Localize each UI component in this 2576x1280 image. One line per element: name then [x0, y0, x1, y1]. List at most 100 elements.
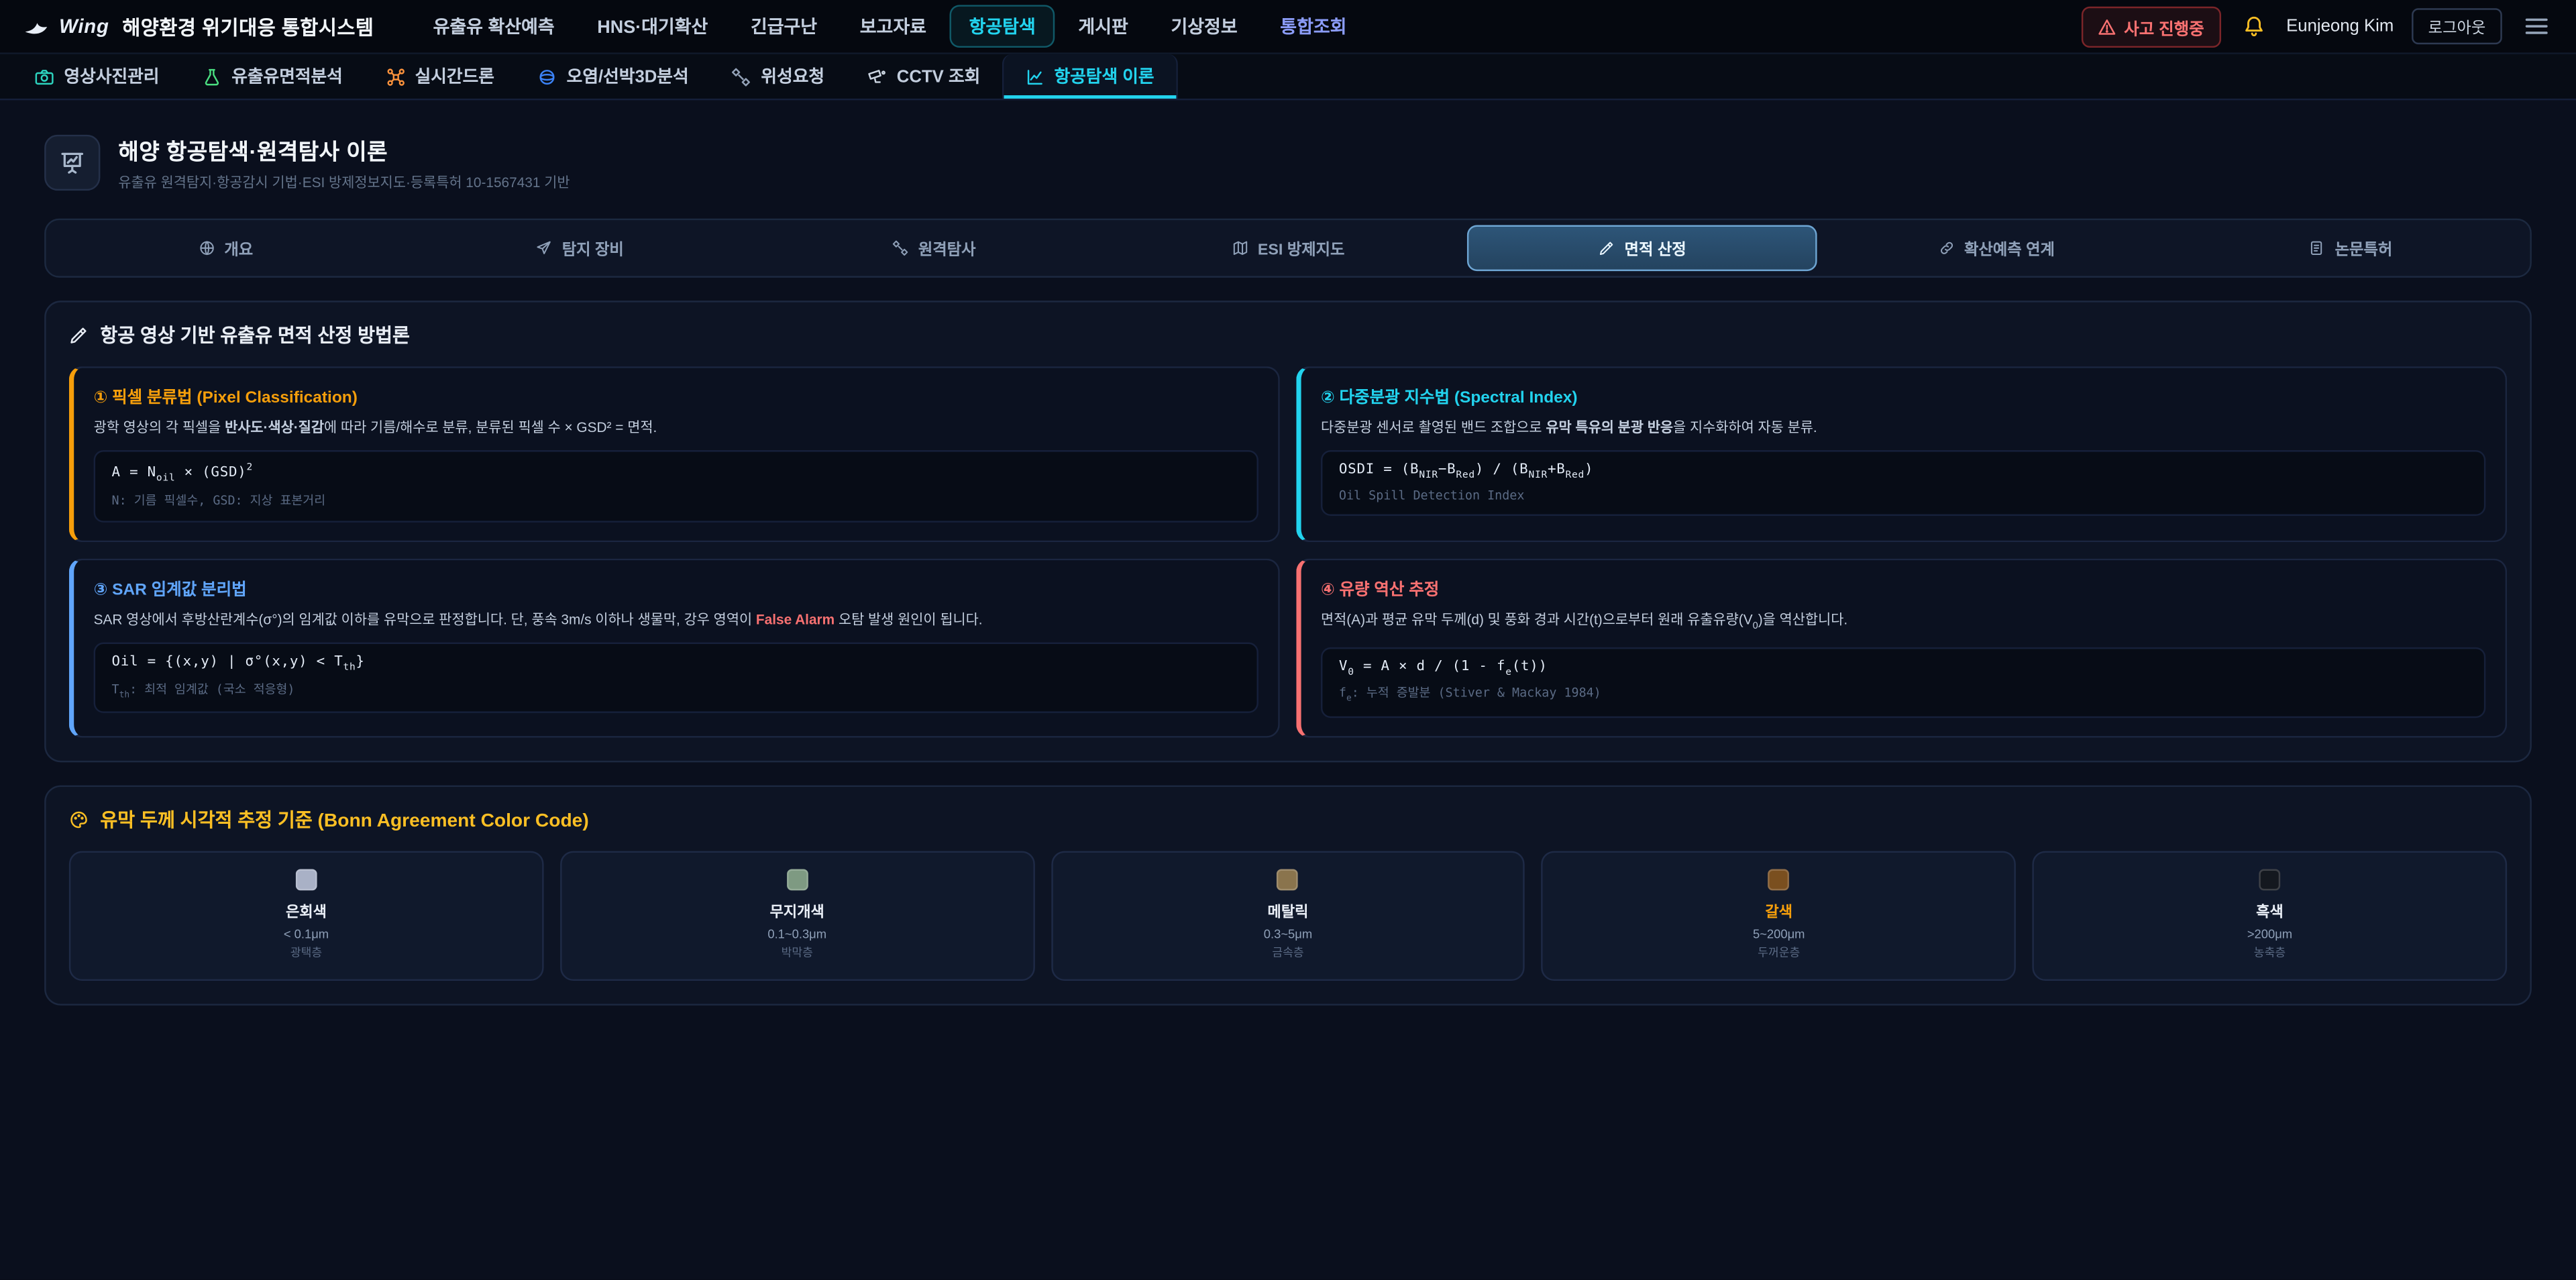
satellite-icon: [892, 240, 908, 256]
top-bar: Wing 해양환경 위기대응 통합시스템 유출유 확산예측 HNS·대기확산 긴…: [0, 0, 2576, 54]
nav-aerial-search[interactable]: 항공탐색: [949, 5, 1055, 48]
bonn-panel-title: 유막 두께 시각적 추정 기준 (Bonn Agreement Color Co…: [100, 806, 588, 833]
hamburger-icon: [2524, 13, 2550, 40]
methods-grid: ① 픽셀 분류법 (Pixel Classification) 광학 영상의 각…: [69, 366, 2507, 737]
area-methods-panel: 항공 영상 기반 유출유 면적 산정 방법론 ① 픽셀 분류법 (Pixel C…: [44, 301, 2532, 762]
nav-board[interactable]: 게시판: [1059, 5, 1148, 48]
methods-panel-title: 항공 영상 기반 유출유 면적 산정 방법론: [100, 322, 410, 348]
bonn-card-silver-gray: 은회색 < 0.1μm 광택층: [69, 851, 543, 980]
menu-button[interactable]: [2520, 10, 2553, 43]
stab-label: 개요: [224, 237, 253, 260]
subtab-image-photo-management[interactable]: 영상사진관리: [13, 54, 181, 99]
subtab-pollution-ship-3d[interactable]: 오염/선박3D분석: [516, 54, 710, 99]
page-title-group: 해양 항공탐색·원격탐사 이론 유출유 원격탐지·항공감시 기법·ESI 방제정…: [118, 133, 570, 192]
plane-icon: [536, 240, 552, 256]
formula-note: Tth: 최적 임계값 (국소 적응형): [112, 680, 1240, 700]
thickness-range: < 0.1μm: [84, 926, 529, 941]
color-swatch: [296, 869, 317, 890]
formula-line: A = Noil × (GSD)2: [112, 462, 1240, 484]
pencil-icon: [69, 325, 89, 345]
method-card-sar-threshold: ③ SAR 임계값 분리법 SAR 영상에서 후방산란계수(σ°)의 임계값 이…: [69, 558, 1280, 737]
stab-papers-patents[interactable]: 논문특허: [2176, 225, 2526, 272]
sphere-3d-icon: [537, 66, 557, 86]
method-card-title: ④ 유량 역산 추정: [1321, 574, 2485, 599]
methods-panel-title-row: 항공 영상 기반 유출유 면적 산정 방법론: [69, 322, 2507, 348]
thickness-name: 은회색: [84, 900, 529, 922]
bonn-grid: 은회색 < 0.1μm 광택층 무지개색 0.1~0.3μm 박막층 메탈릭 0…: [69, 851, 2507, 980]
subtab-aerial-theory[interactable]: 항공탐색 이론: [1002, 54, 1177, 99]
app-viewport: Wing 해양환경 위기대응 통합시스템 유출유 확산예측 HNS·대기확산 긴…: [0, 0, 2576, 1280]
bell-icon: [2242, 15, 2265, 38]
nav-emergency-rescue[interactable]: 긴급구난: [731, 5, 837, 48]
method-card-volume-inversion: ④ 유량 역산 추정 면적(A)과 평균 유막 두께(d) 및 풍화 경과 시간…: [1296, 558, 2507, 737]
bonn-panel-title-row: 유막 두께 시각적 추정 기준 (Bonn Agreement Color Co…: [69, 806, 2507, 833]
formula-block: A = Noil × (GSD)2 N: 기름 픽셀수, GSD: 지상 표본거…: [94, 450, 1258, 522]
method-card-title: ② 다중분광 지수법 (Spectral Index): [1321, 383, 2485, 408]
logout-button[interactable]: 로그아웃: [2412, 8, 2502, 44]
globe-icon: [198, 240, 214, 256]
main-nav: 유출유 확산예측 HNS·대기확산 긴급구난 보고자료 항공탐색 게시판 기상정…: [413, 5, 1366, 48]
stab-area-calculation[interactable]: 면적 산정: [1468, 225, 1817, 272]
palette-icon: [69, 810, 89, 829]
stab-label: 확산예측 연계: [1964, 237, 2055, 260]
sub-nav: 영상사진관리 유출유면적분석 실시간드론 오염/선박3D분석 위성요청: [0, 54, 2576, 101]
thickness-name: 흑색: [2047, 900, 2492, 922]
incident-status-badge[interactable]: 사고 진행중: [2082, 6, 2221, 47]
formula-line: Oil = {(x,y) | σ°(x,y) < Tth}: [112, 653, 1240, 673]
subtab-oil-area-analysis[interactable]: 유출유면적분석: [180, 54, 364, 99]
nav-hns-air-diffusion[interactable]: HNS·대기확산: [578, 5, 728, 48]
layer-type: 농축층: [2047, 945, 2492, 961]
drone-icon: [386, 66, 405, 86]
color-swatch: [1277, 869, 1299, 890]
subtab-cctv-view[interactable]: CCTV 조회: [846, 54, 1002, 99]
subtab-label: 항공탐색 이론: [1054, 64, 1154, 89]
subtab-label: 유출유면적분석: [231, 64, 343, 89]
method-card-body: 다중분광 센서로 촬영된 밴드 조합으로 유막 특유의 분광 반응을 지수화하여…: [1321, 417, 2485, 439]
thickness-range: 5~200μm: [1556, 926, 2001, 941]
section-tab-bar: 개요 탐지 장비 원격탐사 ESI 방제지도: [44, 219, 2532, 278]
formula-line: V0 = A × d / (1 - fe(t)): [1339, 658, 2467, 678]
formula-line: OSDI = (BNIR−BRed) / (BNIR+BRed): [1339, 462, 2467, 482]
subtab-label: 영상사진관리: [64, 64, 160, 89]
bonn-card-black: 흑색 >200μm 농축층: [2033, 851, 2507, 980]
camera-icon: [34, 66, 54, 86]
flask-icon: [202, 66, 221, 86]
color-swatch: [786, 869, 808, 890]
method-card-body: 면적(A)과 평균 유막 두께(d) 및 풍화 경과 시간(t)으로부터 원래 …: [1321, 609, 2485, 635]
color-swatch: [1768, 869, 1790, 890]
stab-diffusion-link[interactable]: 확산예측 연계: [1822, 225, 2171, 272]
stab-label: 논문특허: [2335, 237, 2393, 260]
brand-home-link[interactable]: Wing 해양환경 위기대응 통합시스템: [23, 12, 374, 40]
layer-type: 금속층: [1065, 945, 1510, 961]
nav-weather-info[interactable]: 기상정보: [1151, 5, 1257, 48]
notifications-button[interactable]: [2239, 11, 2268, 41]
incident-badge-label: 사고 진행중: [2124, 14, 2204, 39]
method-card-title: ① 픽셀 분류법 (Pixel Classification): [94, 383, 1258, 408]
nav-oil-spill-forecast[interactable]: 유출유 확산예측: [413, 5, 574, 48]
formula-block: Oil = {(x,y) | σ°(x,y) < Tth} Tth: 최적 임계…: [94, 642, 1258, 713]
color-swatch: [2259, 869, 2281, 890]
method-card-pixel-classification: ① 픽셀 분류법 (Pixel Classification) 광학 영상의 각…: [69, 366, 1280, 541]
formula-block: OSDI = (BNIR−BRed) / (BNIR+BRed) Oil Spi…: [1321, 450, 2485, 515]
bonn-card-rainbow: 무지개색 0.1~0.3μm 박막층: [560, 851, 1034, 980]
stab-esi-map[interactable]: ESI 방제지도: [1114, 225, 1463, 272]
subtab-satellite-request[interactable]: 위성요청: [710, 54, 845, 99]
warning-icon: [2098, 17, 2116, 36]
subtab-label: 위성요청: [761, 64, 824, 89]
bonn-card-brown: 갈색 5~200μm 두꺼운층: [1542, 851, 2016, 980]
stab-label: 원격탐사: [918, 237, 976, 260]
page-header: 해양 항공탐색·원격탐사 이론 유출유 원격탐지·항공감시 기법·ESI 방제정…: [44, 133, 2532, 192]
formula-block: V0 = A × d / (1 - fe(t)) fe: 누적 증발분 (Sti…: [1321, 647, 2485, 718]
nav-integrated-search[interactable]: 통합조회: [1260, 5, 1366, 48]
page-subtitle: 유출유 원격탐지·항공감시 기법·ESI 방제정보지도·등록특허 10-1567…: [118, 172, 570, 192]
subtab-label: 오염/선박3D분석: [567, 64, 689, 89]
stab-overview[interactable]: 개요: [51, 225, 400, 272]
stab-label: 탐지 장비: [562, 237, 624, 260]
nav-reports[interactable]: 보고자료: [840, 5, 946, 48]
stab-remote-sensing[interactable]: 원격탐사: [759, 225, 1109, 272]
stab-detection-equipment[interactable]: 탐지 장비: [405, 225, 755, 272]
thickness-name: 무지개색: [575, 900, 1020, 922]
page-icon-box: [44, 135, 100, 191]
thickness-range: >200μm: [2047, 926, 2492, 941]
subtab-realtime-drone[interactable]: 실시간드론: [364, 54, 516, 99]
